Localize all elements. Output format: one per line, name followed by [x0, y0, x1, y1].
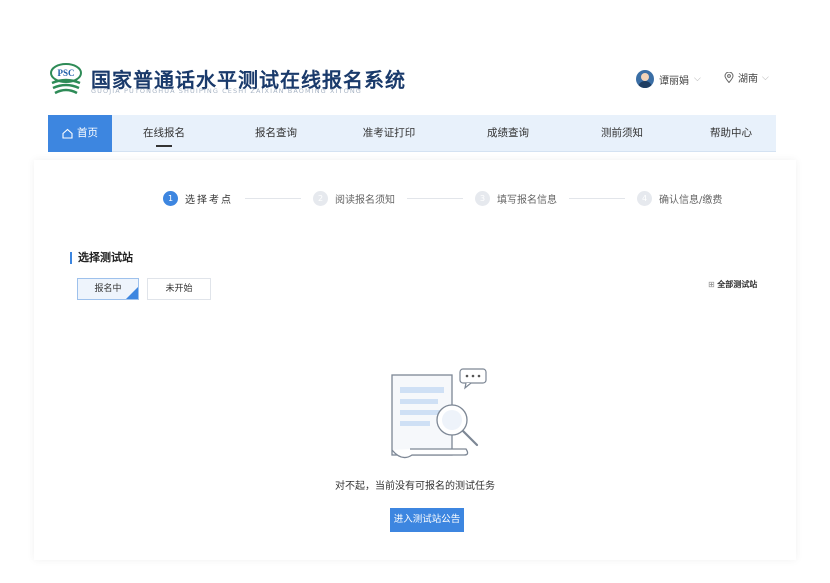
nav-home[interactable]: 首页 [48, 115, 112, 152]
filter-not-started[interactable]: 未开始 [147, 278, 211, 300]
nav-test-notice[interactable]: 测前须知 [590, 115, 654, 152]
registration-steps: 1 选择考点 2 阅读报名须知 3 填写报名信息 4 确认信息/缴费 [163, 191, 722, 206]
nav-help-center[interactable]: 帮助中心 [699, 115, 763, 152]
step-fill-info: 3 填写报名信息 [475, 191, 557, 206]
step-divider [407, 198, 463, 199]
nav-online-registration[interactable]: 在线报名 [132, 115, 196, 152]
content-card [34, 160, 796, 560]
nav-registration-query[interactable]: 报名查询 [244, 115, 308, 152]
grid-icon: ⊞ [708, 280, 715, 289]
filter-open[interactable]: 报名中 [77, 278, 139, 300]
empty-state-message: 对不起，当前没有可报名的测试任务 [335, 481, 495, 492]
step-select-site: 1 选择考点 [163, 191, 233, 206]
region-selector[interactable]: 湖南 ⌵ [724, 70, 769, 85]
chevron-down-icon: ⌵ [694, 74, 701, 84]
user-menu[interactable]: 谭丽娟 ⌵ [636, 70, 701, 88]
step-read-notice: 2 阅读报名须知 [313, 191, 395, 206]
site-subtitle-pinyin: GUOJIA PUTONGHUA SHUIPING CESHI ZAIXIAN … [91, 87, 362, 95]
location-pin-icon [724, 72, 734, 83]
all-stations-link[interactable]: ⊞ 全部测试站 [708, 279, 757, 290]
home-icon [62, 128, 73, 139]
site-header: PSC 国家普通话水平测试在线报名系统 GUOJIA PUTONGHUA SHU… [0, 0, 830, 115]
step-divider [245, 198, 301, 199]
avatar [636, 70, 654, 88]
section-title: 选择测试站 [70, 252, 133, 264]
step-divider [569, 198, 625, 199]
nav-admission-ticket[interactable]: 准考证打印 [351, 115, 427, 152]
step-confirm-pay: 4 确认信息/缴费 [637, 191, 722, 206]
svg-text:PSC: PSC [57, 68, 74, 78]
region-name: 湖南 [738, 74, 758, 85]
empty-state-illustration [391, 368, 487, 459]
main-nav: 首页 在线报名 报名查询 准考证打印 成绩查询 测前须知 帮助中心 [48, 115, 776, 152]
user-name: 谭丽娟 [659, 75, 689, 87]
station-announcement-button[interactable]: 进入测试站公告 [390, 508, 464, 532]
check-corner-icon [126, 287, 138, 299]
psc-logo: PSC [50, 63, 82, 95]
nav-score-query[interactable]: 成绩查询 [476, 115, 540, 152]
chevron-down-icon: ⌵ [762, 72, 769, 83]
